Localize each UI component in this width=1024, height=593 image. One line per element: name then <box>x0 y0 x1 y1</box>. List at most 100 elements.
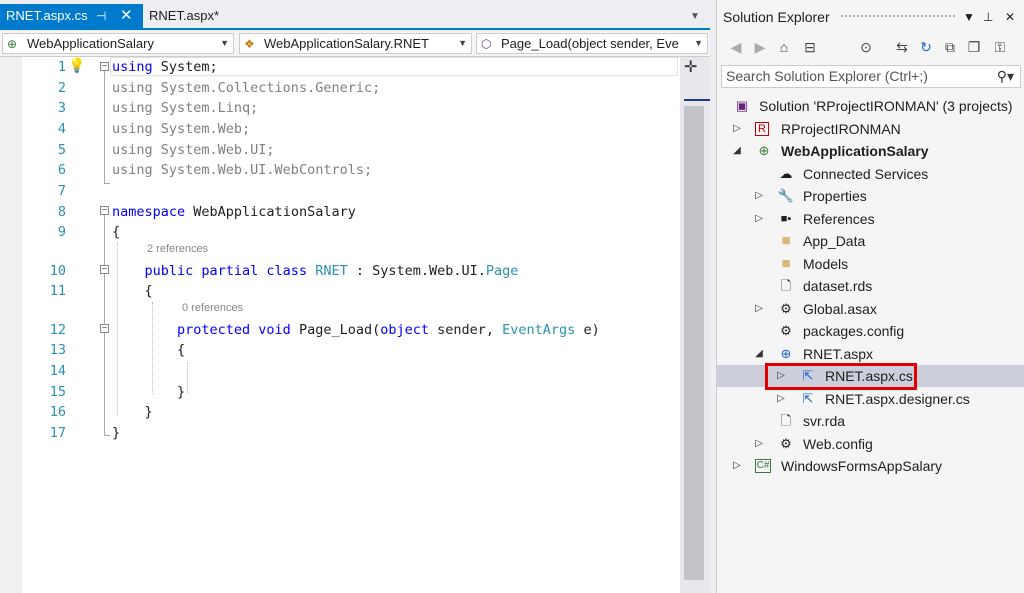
line-number: 11 <box>49 283 66 299</box>
tree-item-properties[interactable]: ▷ 🔧 Properties <box>717 185 1024 207</box>
code-token: System.Linq; <box>152 100 259 116</box>
code-token: System.Collections.Generic; <box>152 80 381 96</box>
code-token: { <box>112 342 186 358</box>
split-window-icon[interactable]: ✛ <box>684 57 697 77</box>
line-number: 16 <box>49 404 66 420</box>
tree-item-global-asax[interactable]: ▷ ⚙ Global.asax <box>717 298 1024 320</box>
window-position-icon[interactable]: ▼ <box>963 0 975 34</box>
pin-icon[interactable]: ⊣ <box>96 4 106 28</box>
code-file-icon: ⇱ <box>802 391 814 406</box>
show-all-files-icon[interactable]: ❐ <box>965 38 983 56</box>
tab-underline <box>0 28 710 30</box>
switch-views-icon[interactable]: ⊟ <box>801 38 819 56</box>
code-line[interactable]: using System.Web; <box>112 119 250 139</box>
refresh-icon[interactable]: ↻ <box>917 38 935 56</box>
code-token: { <box>112 224 121 240</box>
collapse-namespace-icon[interactable]: − <box>100 206 109 216</box>
sync-with-document-icon[interactable]: ⇆ <box>893 38 911 56</box>
tree-item-packages-config[interactable]: ⚙ packages.config <box>717 320 1024 342</box>
folder-icon: ■ <box>781 232 791 249</box>
collapse-using-icon[interactable]: − <box>100 62 109 72</box>
code-token: RNET <box>315 263 348 279</box>
web-project-icon: ⊕ <box>7 37 18 51</box>
expand-icon[interactable]: ▷ <box>753 208 765 230</box>
scrollbar-thumb[interactable] <box>684 106 704 580</box>
code-line[interactable]: using System.Collections.Generic; <box>112 78 380 98</box>
code-area[interactable]: 1 2 3 4 5 6 7 8 9 10 11 12 13 14 15 16 17 using System; u… <box>0 57 680 593</box>
properties-icon[interactable]: ⚿ <box>991 38 1009 56</box>
tree-item-rnet-aspx-designer-cs[interactable]: ▷ ⇱ RNET.aspx.designer.cs <box>717 388 1024 410</box>
collapse-icon[interactable]: ◢ <box>753 343 765 365</box>
line-number: 15 <box>49 384 66 400</box>
code-token: e) <box>575 322 600 338</box>
member-dropdown[interactable]: ⬡ Page_Load(object sender, Eve ▼ <box>476 33 708 54</box>
tree-item-app-data[interactable]: ■ App_Data <box>717 230 1024 252</box>
tab-rnet-aspx[interactable]: RNET.aspx* <box>143 4 239 28</box>
code-line[interactable]: } <box>112 402 153 422</box>
code-line[interactable]: protected void Page_Load(object sender, … <box>112 320 600 340</box>
line-number: 17 <box>49 425 66 441</box>
tree-item-solution[interactable]: ▣ Solution 'RProjectIRONMAN' (3 projects… <box>717 95 1024 117</box>
expand-icon[interactable]: ▷ <box>731 118 743 140</box>
codelens-method-references[interactable]: 0 references <box>182 300 243 316</box>
search-icon[interactable]: ⚲▾ <box>997 66 1014 87</box>
codelens-class-references[interactable]: 2 references <box>147 241 208 257</box>
pending-changes-filter-icon[interactable]: ⊙ <box>857 38 875 56</box>
tab-dropdown-icon[interactable]: ▼ <box>690 11 700 22</box>
code-token: EventArgs <box>502 322 576 338</box>
file-icon: 🗋 <box>780 278 792 293</box>
code-line[interactable]: { <box>112 281 153 301</box>
references-icon: ■▪ <box>780 213 792 225</box>
code-line[interactable]: namespace WebApplicationSalary <box>112 202 356 222</box>
expand-icon[interactable]: ▷ <box>731 455 743 477</box>
project-dropdown-value: WebApplicationSalary <box>27 36 154 51</box>
tree-item-rnet-aspx[interactable]: ◢ ⊕ RNET.aspx <box>717 343 1024 365</box>
tree-item-webapplicationsalary[interactable]: ◢ ⊕ WebApplicationSalary <box>717 140 1024 162</box>
search-input[interactable]: Search Solution Explorer (Ctrl+;) ⚲▾ <box>721 65 1021 88</box>
home-icon[interactable]: ⌂ <box>775 38 793 56</box>
tree-item-models[interactable]: ■ Models <box>717 253 1024 275</box>
code-line[interactable]: using System.Linq; <box>112 98 258 118</box>
project-dropdown[interactable]: ⊕ WebApplicationSalary ▼ <box>2 33 234 54</box>
code-line[interactable]: using System.Web.UI; <box>112 140 275 160</box>
code-line[interactable]: public partial class RNET : System.Web.U… <box>112 261 519 281</box>
collapse-method-icon[interactable]: − <box>100 324 109 334</box>
document-tab-bar: RNET.aspx.cs ⊣ ✕ RNET.aspx* ▼ <box>0 4 710 28</box>
expand-icon[interactable]: ▷ <box>753 433 765 455</box>
code-line[interactable]: { <box>112 222 120 242</box>
expand-icon[interactable]: ▷ <box>775 388 787 410</box>
lightbulb-icon[interactable]: 💡 <box>68 57 85 74</box>
expand-icon[interactable]: ▷ <box>753 298 765 320</box>
drag-grip[interactable] <box>840 14 957 19</box>
chevron-down-icon: ▼ <box>220 38 229 48</box>
tree-item-connected-services[interactable]: ☁ Connected Services <box>717 163 1024 185</box>
line-number: 12 <box>49 322 66 338</box>
type-dropdown-value: WebApplicationSalary.RNET <box>264 36 429 51</box>
close-icon[interactable]: ✕ <box>120 4 133 28</box>
tree-item-web-config[interactable]: ▷ ⚙ Web.config <box>717 433 1024 455</box>
collapse-all-icon[interactable]: ⧉ <box>941 38 959 56</box>
current-line-highlight <box>110 57 678 76</box>
tree-item-rprojectironman[interactable]: ▷ R RProjectIRONMAN <box>717 118 1024 140</box>
tab-rnet-aspx-cs[interactable]: RNET.aspx.cs ⊣ ✕ <box>0 4 143 28</box>
line-number: 10 <box>49 263 66 279</box>
tree-item-dataset-rds[interactable]: 🗋 dataset.rds <box>717 275 1024 297</box>
pin-icon[interactable]: ⊥ <box>983 0 993 34</box>
expand-icon[interactable]: ▷ <box>753 185 765 207</box>
code-line[interactable]: using System.Web.UI.WebControls; <box>112 160 372 180</box>
line-number: 13 <box>49 342 66 358</box>
outline-line-end <box>104 183 110 184</box>
code-line[interactable]: { <box>112 340 185 360</box>
collapse-icon[interactable]: ◢ <box>731 140 743 162</box>
type-dropdown[interactable]: ❖ WebApplicationSalary.RNET ▼ <box>239 33 472 54</box>
back-icon[interactable]: ◀ <box>727 38 745 56</box>
tree-item-svr-rda[interactable]: 🗋 svr.rda <box>717 410 1024 432</box>
close-icon[interactable]: ✕ <box>1005 0 1015 34</box>
code-line[interactable]: } <box>112 382 185 402</box>
code-token: Page <box>485 263 519 279</box>
forward-icon[interactable]: ▶ <box>751 38 769 56</box>
tree-item-windowsformsappsalary[interactable]: ▷ C# WindowsFormsAppSalary <box>717 455 1024 477</box>
tree-item-references[interactable]: ▷ ■▪ References <box>717 208 1024 230</box>
code-line[interactable]: } <box>112 423 120 443</box>
collapse-class-icon[interactable]: − <box>100 265 109 275</box>
